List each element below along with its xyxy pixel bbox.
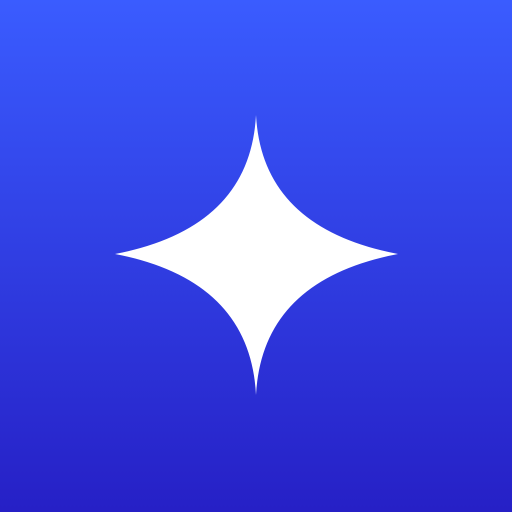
app-icon	[0, 0, 512, 512]
app-icon-canvas	[0, 0, 512, 512]
